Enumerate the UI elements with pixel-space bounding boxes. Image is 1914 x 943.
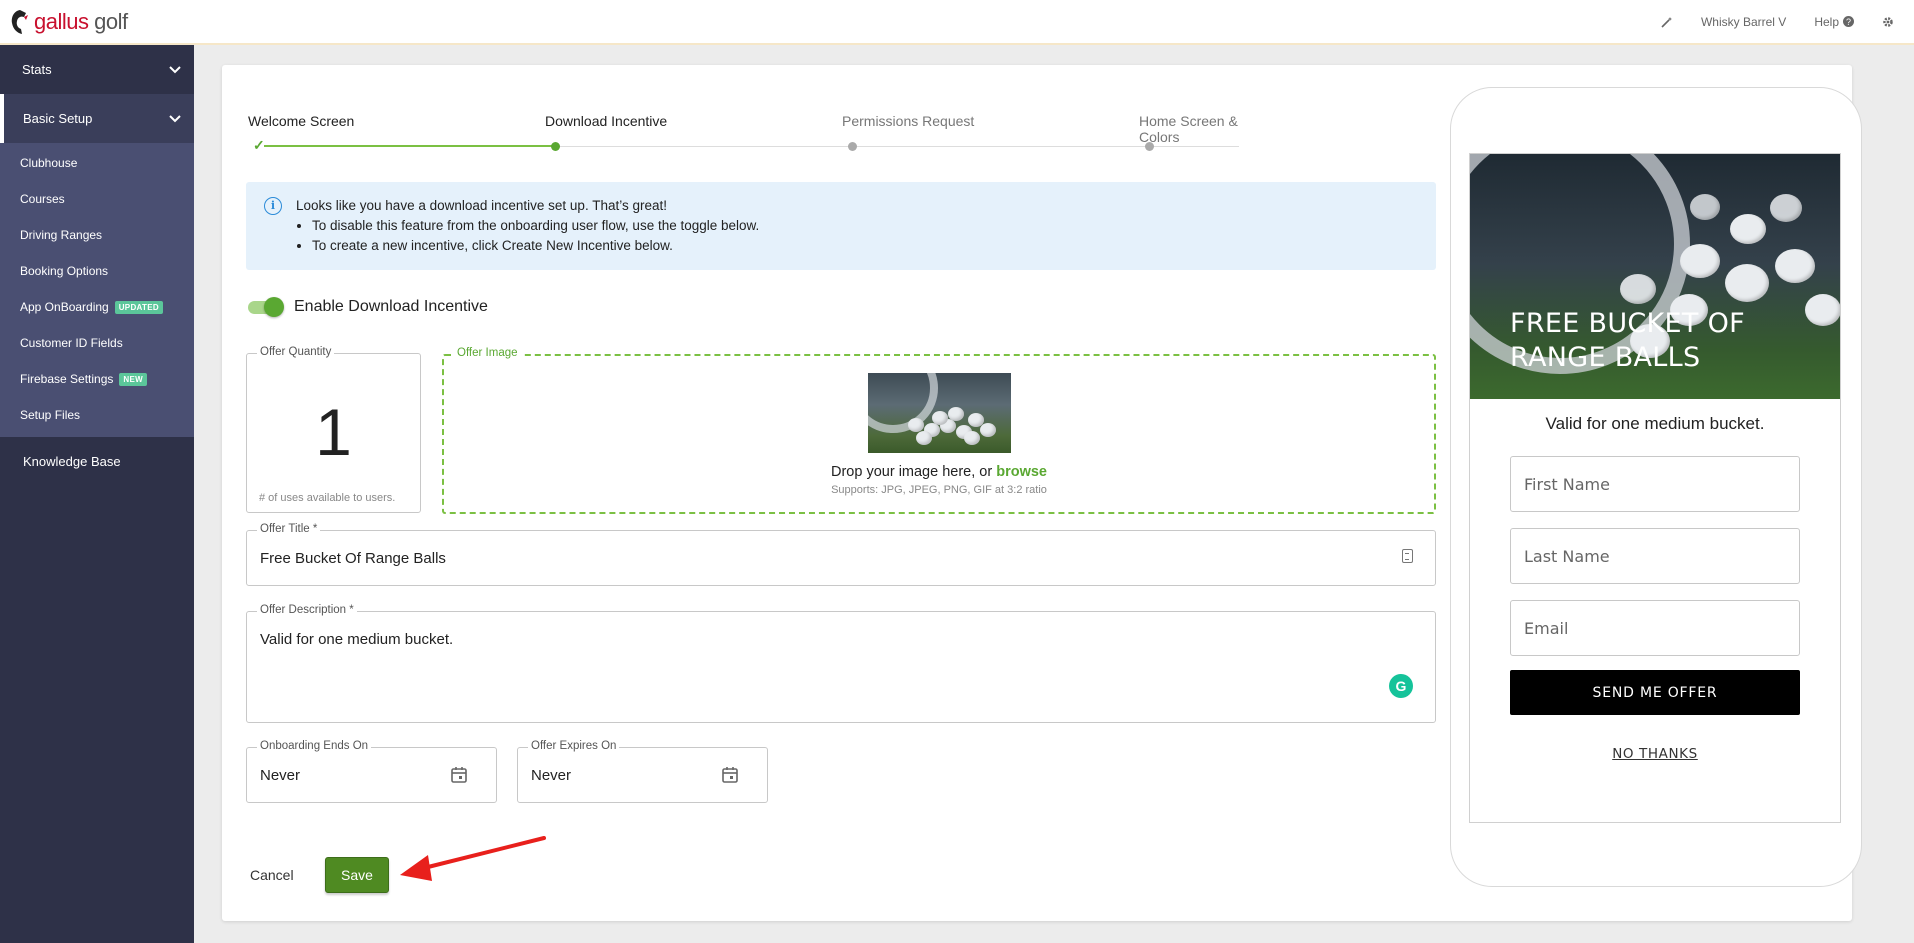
field-legend: Onboarding Ends On — [257, 740, 372, 752]
chevron-down-icon — [169, 65, 181, 73]
sidebar-item-driving-ranges[interactable]: Driving Ranges — [0, 217, 194, 253]
sidebar-item-app-onboarding[interactable]: App OnBoarding UPDATED — [0, 289, 194, 325]
offer-quantity-help: # of uses available to users. — [259, 492, 396, 504]
logo[interactable]: gallus golf — [10, 9, 128, 35]
offer-image-thumbnail — [868, 373, 1011, 453]
sidebar-item-basic-setup[interactable]: Basic Setup — [0, 94, 194, 143]
step-welcome-screen[interactable]: Welcome Screen — [248, 113, 354, 129]
updated-badge: UPDATED — [114, 300, 163, 314]
step-remaining-line — [559, 146, 1239, 147]
sidebar-item-booking-options[interactable]: Booking Options — [0, 253, 194, 289]
onboarding-ends-field[interactable]: Onboarding Ends On Never — [246, 740, 497, 803]
offer-title-field[interactable]: Offer Title * Free Bucket Of Range Balls — [246, 523, 1436, 586]
onboarding-ends-value: Never — [260, 767, 301, 784]
field-legend: Offer Title * — [257, 523, 321, 535]
toggle-label: Enable Download Incentive — [294, 298, 488, 315]
drop-instructions: Drop your image here, or browse — [444, 464, 1434, 480]
top-bar: gallus golf Whisky Barrel V Help? — [0, 0, 1914, 45]
checkmark-icon: ✓ — [253, 137, 265, 153]
basic-setup-submenu: Clubhouse Courses Driving Ranges Booking… — [0, 143, 194, 437]
help-menu[interactable]: Help? — [1814, 15, 1854, 29]
preview-last-name-input[interactable]: Last Name — [1510, 528, 1800, 584]
offer-description-field[interactable]: Offer Description * Valid for one medium… — [246, 604, 1436, 723]
preview-screen: FREE BUCKET OF RANGE BALLS Valid for one… — [1469, 153, 1841, 823]
step-download-incentive[interactable]: Download Incentive — [545, 113, 667, 129]
logo-text: gallus golf — [34, 8, 128, 34]
sidebar-item-customer-id-fields[interactable]: Customer ID Fields — [0, 325, 194, 361]
gear-icon[interactable] — [1882, 16, 1894, 28]
new-badge: NEW — [119, 372, 147, 386]
enable-incentive-toggle[interactable] — [246, 297, 284, 317]
sidebar-item-courses[interactable]: Courses — [0, 181, 194, 217]
info-title: Looks like you have a download incentive… — [296, 198, 667, 213]
step-progress-line — [264, 145, 555, 147]
preview-no-thanks-link[interactable]: NO THANKS — [1470, 746, 1840, 762]
preview-hero-title: FREE BUCKET OF RANGE BALLS — [1510, 308, 1745, 373]
sidebar: Stats Basic Setup Clubhouse Courses Driv… — [0, 45, 194, 943]
autofill-icon[interactable] — [1402, 549, 1413, 563]
download-incentive-card: Welcome Screen Download Incentive Permis… — [222, 65, 1862, 921]
drop-text: Drop your image here, or — [831, 464, 997, 480]
help-icon: ? — [1843, 16, 1854, 27]
sidebar-item-stats[interactable]: Stats — [0, 45, 194, 94]
step-permissions-request[interactable]: Permissions Request — [842, 113, 974, 129]
field-legend: Offer Description * — [257, 604, 357, 616]
sidebar-item-label: Basic Setup — [23, 111, 93, 126]
offer-image-dropzone[interactable]: Offer Image Drop your image here, or bro… — [442, 347, 1436, 514]
offer-title-value: Free Bucket Of Range Balls — [260, 550, 446, 567]
preview-description: Valid for one medium bucket. — [1545, 414, 1765, 433]
field-legend: Offer Quantity — [257, 346, 335, 358]
sidebar-item-label: App OnBoarding — [20, 300, 109, 314]
annotation-arrow-icon — [400, 836, 546, 881]
logo-icon — [11, 9, 28, 34]
offer-expires-field[interactable]: Offer Expires On Never — [517, 740, 768, 803]
phone-preview: FREE BUCKET OF RANGE BALLS Valid for one… — [1450, 87, 1862, 887]
offer-quantity-value: 1 — [315, 395, 352, 469]
step-dot-current — [551, 142, 560, 151]
step-dot-permissions — [848, 142, 857, 151]
field-legend: Offer Expires On — [528, 740, 620, 752]
calendar-icon[interactable] — [721, 766, 739, 784]
onboarding-stepper: Welcome Screen Download Incentive Permis… — [248, 113, 1254, 163]
field-legend: Offer Image — [454, 347, 521, 359]
sidebar-item-clubhouse[interactable]: Clubhouse — [0, 145, 194, 181]
chevron-down-icon — [169, 114, 181, 122]
sidebar-item-label: Stats — [22, 62, 52, 77]
sidebar-item-setup-files[interactable]: Setup Files — [0, 397, 194, 433]
preview-first-name-input[interactable]: First Name — [1510, 456, 1800, 512]
offer-expires-value: Never — [531, 767, 572, 784]
info-bullet: To disable this feature from the onboard… — [312, 216, 1436, 236]
info-alert: i Looks like you have a download incenti… — [246, 182, 1436, 270]
sidebar-item-firebase-settings[interactable]: Firebase Settings NEW — [0, 361, 194, 397]
sidebar-item-label: Firebase Settings — [20, 372, 114, 386]
calendar-icon[interactable] — [450, 766, 468, 784]
info-icon: i — [264, 197, 282, 215]
step-home-screen-colors[interactable]: Home Screen & Colors — [1139, 113, 1254, 145]
preview-email-input[interactable]: Email — [1510, 600, 1800, 656]
browse-link[interactable]: browse — [996, 464, 1047, 480]
info-bullet: To create a new incentive, click Create … — [312, 236, 1436, 256]
user-menu[interactable]: Whisky Barrel V — [1701, 15, 1786, 29]
grammarly-icon[interactable]: G — [1389, 674, 1413, 698]
sidebar-item-knowledge-base[interactable]: Knowledge Base — [0, 437, 194, 485]
offer-description-value: Valid for one medium bucket. — [260, 631, 454, 648]
supported-formats: Supports: JPG, JPEG, PNG, GIF at 3:2 rat… — [831, 484, 1047, 496]
offer-quantity-field[interactable]: Offer Quantity 1 # of uses available to … — [246, 346, 421, 513]
preview-hero-image: FREE BUCKET OF RANGE BALLS — [1470, 154, 1840, 399]
save-button[interactable]: Save — [325, 857, 389, 893]
preview-send-offer-button[interactable]: SEND ME OFFER — [1510, 670, 1800, 715]
help-label: Help — [1814, 14, 1839, 29]
enable-incentive-row: Enable Download Incentive — [246, 297, 488, 317]
step-dot-home-screen — [1145, 142, 1154, 151]
cancel-button[interactable]: Cancel — [250, 867, 294, 883]
magic-wand-icon[interactable] — [1661, 16, 1673, 28]
